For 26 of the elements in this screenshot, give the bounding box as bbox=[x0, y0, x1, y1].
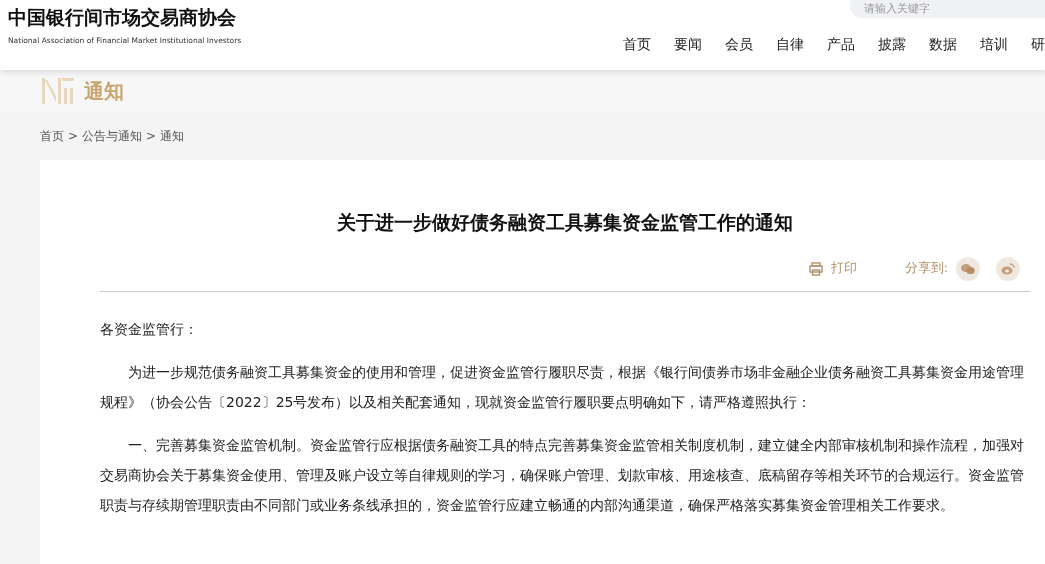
article-title: 关于进一步做好债务融资工具募集资金监管工作的通知 bbox=[336, 210, 794, 235]
breadcrumb-link[interactable]: 首页 bbox=[40, 127, 64, 145]
page-heading: 通知 bbox=[84, 78, 124, 105]
breadcrumb-link[interactable]: 公告与通知 bbox=[82, 127, 143, 145]
breadcrumb-current: 通知 bbox=[160, 128, 185, 145]
weibo-share-icon[interactable] bbox=[996, 256, 1020, 281]
breadcrumb-separator: > bbox=[146, 128, 157, 145]
nav-link[interactable]: 数据 bbox=[929, 34, 957, 55]
nav-link[interactable]: 培训 bbox=[980, 34, 1008, 55]
nav-link[interactable]: 首页 bbox=[623, 34, 651, 55]
paragraph: 各资金监管行： bbox=[100, 319, 199, 339]
nav-link[interactable]: 研 bbox=[1031, 34, 1045, 55]
wechat-share-icon[interactable] bbox=[956, 256, 980, 281]
search-field[interactable]: 请输入关键字 bbox=[850, 0, 1045, 18]
paragraph: 一、完善募集资金监管机制。资金监管行应根据债务融资工具的特点完善募集资金监管相关制度机制，建立健全内部审核机制和操作流程，加强对交易商协会关于募集资金使用、管理及账户设立等自律规则的学习，确保账户管理、划款审核、用途核查、底稿留存等相关环节的合规运行。资金监管职责与存续期管理职责由不同部门或业务条线承担的，资金监管行应建立畅通的内部沟通渠道，确保严格落实募集资金管理相关工作要求。 bbox=[100, 435, 1025, 515]
share-label: 分享到: bbox=[904, 259, 948, 278]
nav-link[interactable]: 自律 bbox=[776, 34, 804, 55]
nav-link[interactable]: 产品 bbox=[827, 34, 855, 55]
logo-icon bbox=[42, 76, 76, 106]
nav-link[interactable]: 会员 bbox=[725, 34, 753, 55]
paragraph: 为进一步规范债务融资工具募集资金的使用和管理，促进资金监管行履职尽责，根据《银行间债券市场非金融企业债务融资工具募集资金用途管理规程》（协会公告〔2022〕25号发布）以及相关配套通知，现就资金监管行履职要点明确如下，请严格遵照执行： bbox=[100, 362, 1025, 412]
site-title: 中国银行间市场交易商协会 bbox=[8, 8, 237, 27]
breadcrumb-separator: > bbox=[68, 128, 79, 145]
printer-icon bbox=[808, 261, 823, 276]
nav-link[interactable]: 要闻 bbox=[674, 34, 702, 55]
nav-link[interactable]: 披露 bbox=[878, 34, 906, 55]
